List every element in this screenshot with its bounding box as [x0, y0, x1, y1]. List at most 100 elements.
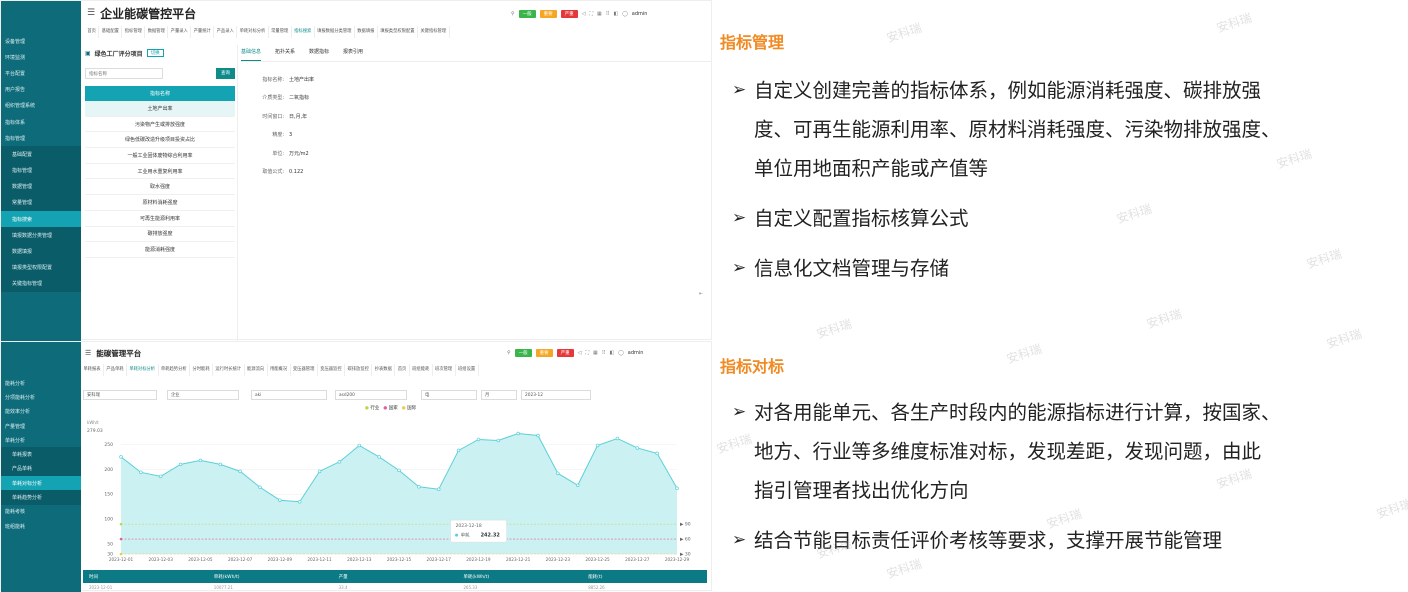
data-point[interactable] [675, 486, 679, 491]
list-item[interactable]: 碳排放强度 [85, 227, 235, 243]
switch-button[interactable]: 切换 [146, 49, 164, 57]
tab-item[interactable]: 首页 [85, 26, 100, 38]
sidebar-item[interactable]: 能效率分析 [1, 405, 81, 419]
detail-tab[interactable]: 报表引用 [343, 48, 363, 61]
tab-item[interactable]: 产品录入 [214, 26, 238, 38]
tab-item[interactable]: 产量录入 [168, 26, 192, 38]
badge-normal[interactable]: 一般 [518, 10, 536, 18]
tab-item[interactable]: 单耗报表 [81, 364, 104, 376]
sidebar-item[interactable]: 环境监测 [1, 49, 81, 65]
sidebar-item[interactable]: 设备管理 [1, 33, 81, 49]
data-point[interactable] [139, 470, 143, 475]
data-point[interactable] [337, 460, 342, 464]
sound-icon[interactable]: ◁ [582, 11, 586, 17]
tab-item[interactable]: 关键指标管理 [418, 26, 450, 38]
badge-normal[interactable]: 一般 [514, 349, 532, 357]
theme-icon[interactable]: ◧ [609, 350, 614, 356]
detail-tab[interactable]: 拓扑关系 [275, 48, 295, 61]
data-point[interactable] [377, 455, 381, 459]
tab-item[interactable]: 数据填报 [355, 26, 378, 38]
sidebar-item[interactable]: 填报类型权限配置 [1, 259, 81, 276]
sidebar-item[interactable]: 产量管理 [1, 419, 81, 433]
data-point[interactable] [615, 436, 620, 441]
sidebar-item[interactable]: 组织管理系统 [1, 98, 81, 114]
tab-item[interactable]: 常量管理 [269, 26, 292, 38]
search-icon[interactable]: ⚲ [511, 11, 515, 17]
data-point[interactable] [317, 469, 322, 474]
tab-item[interactable]: 指标管理 [122, 26, 146, 38]
data-point[interactable] [297, 499, 302, 504]
tab-item[interactable]: 运行时长统计 [213, 364, 245, 376]
tab-item[interactable]: 数据管理 [145, 26, 169, 38]
data-point[interactable] [536, 433, 540, 438]
data-point[interactable] [218, 462, 223, 467]
tab-item[interactable]: 碳排放监控 [345, 364, 373, 376]
data-point[interactable] [496, 438, 501, 443]
detail-tab[interactable]: 数据指标 [309, 48, 329, 61]
sidebar-item[interactable]: 单耗对标分析 [1, 476, 81, 491]
theme-icon[interactable]: ◧ [613, 11, 618, 17]
grid-icon[interactable]: ⠿ [602, 350, 606, 356]
sidebar-item[interactable]: 填报数据分类管理 [1, 227, 81, 244]
filter-select[interactable]: asd200 [335, 390, 407, 400]
data-point[interactable] [278, 498, 282, 502]
detail-tab[interactable]: 基础信息 [241, 48, 262, 61]
sidebar-item[interactable]: 指标体系 [1, 114, 81, 130]
filter-select[interactable]: 月 [481, 390, 517, 400]
sidebar-item[interactable]: 指标搜索 [1, 211, 81, 228]
data-point[interactable] [158, 474, 163, 479]
menu-icon[interactable]: ☰ [87, 8, 95, 18]
badge-important[interactable]: 重要 [539, 10, 557, 18]
filter-select[interactable]: aki [251, 390, 327, 400]
tab-item[interactable]: 班次管理 [433, 364, 456, 376]
filter-select[interactable]: 电 [421, 390, 477, 400]
sidebar-item[interactable]: 常量管理 [1, 194, 81, 212]
list-item[interactable]: 工业用水重复利用率 [85, 164, 235, 180]
fullscreen-icon[interactable]: ⛶ [590, 11, 594, 17]
sidebar-item[interactable]: 用户报告 [1, 82, 81, 98]
list-item[interactable]: 绿色低碳改造升级项目投资占比 [85, 132, 235, 149]
data-point[interactable] [476, 437, 481, 442]
sidebar-item[interactable]: 产品单耗 [1, 461, 81, 477]
sidebar-item[interactable]: 数据管理 [1, 178, 81, 195]
tab-item[interactable]: 首页 [395, 364, 410, 376]
sidebar-item[interactable]: 单耗分析 [1, 433, 81, 447]
tab-item[interactable]: 变压器管理 [291, 364, 318, 376]
badge-critical[interactable]: 严重 [556, 349, 574, 357]
data-point[interactable] [516, 431, 520, 436]
data-point[interactable] [436, 487, 441, 492]
list-item[interactable]: 土地产出率 [85, 101, 235, 117]
badge-critical[interactable]: 严重 [560, 10, 578, 18]
sidebar-item[interactable]: 单耗趋势分析 [1, 490, 81, 505]
list-item[interactable]: 能源消耗强度 [85, 242, 235, 258]
tab-item[interactable]: 指标搜索 [292, 26, 315, 38]
tab-item[interactable]: 班组设置 [456, 364, 479, 376]
data-point[interactable] [417, 485, 421, 489]
data-point[interactable] [178, 462, 183, 467]
data-point[interactable] [357, 443, 362, 448]
layout-icon[interactable]: ▦ [593, 350, 598, 356]
sidebar-item[interactable]: 分项能耗分析 [1, 390, 81, 404]
sound-icon[interactable]: ◁ [578, 350, 582, 356]
data-point[interactable] [635, 446, 640, 450]
collapse-icon[interactable]: ⇤ [699, 291, 703, 297]
data-point[interactable] [456, 448, 461, 453]
tab-item[interactable]: 用能概况 [268, 364, 291, 376]
data-point[interactable] [238, 469, 242, 474]
filter-select[interactable]: 企业 [167, 390, 239, 400]
tab-item[interactable]: 产品单耗 [104, 364, 127, 376]
list-item[interactable]: 污染物产生或排放强度 [85, 117, 235, 133]
tab-item[interactable]: 变压器监控 [318, 364, 346, 376]
user-name[interactable]: admin [628, 350, 644, 356]
sidebar-item[interactable]: 班组能耗 [1, 519, 81, 533]
data-point[interactable] [119, 455, 123, 459]
filter-select[interactable]: 安科瑞 [83, 390, 157, 400]
filter-select[interactable]: 2023-12 [521, 390, 591, 400]
fullscreen-icon[interactable]: ⛶ [586, 350, 590, 356]
search-input[interactable] [85, 68, 163, 79]
search-button[interactable]: 查询 [216, 68, 235, 79]
menu-icon[interactable]: ☰ [85, 349, 91, 357]
list-item[interactable]: 可再生能源利用率 [85, 211, 235, 227]
list-item[interactable]: 取水强度 [85, 179, 235, 196]
user-icon[interactable]: ◯ [618, 350, 624, 356]
